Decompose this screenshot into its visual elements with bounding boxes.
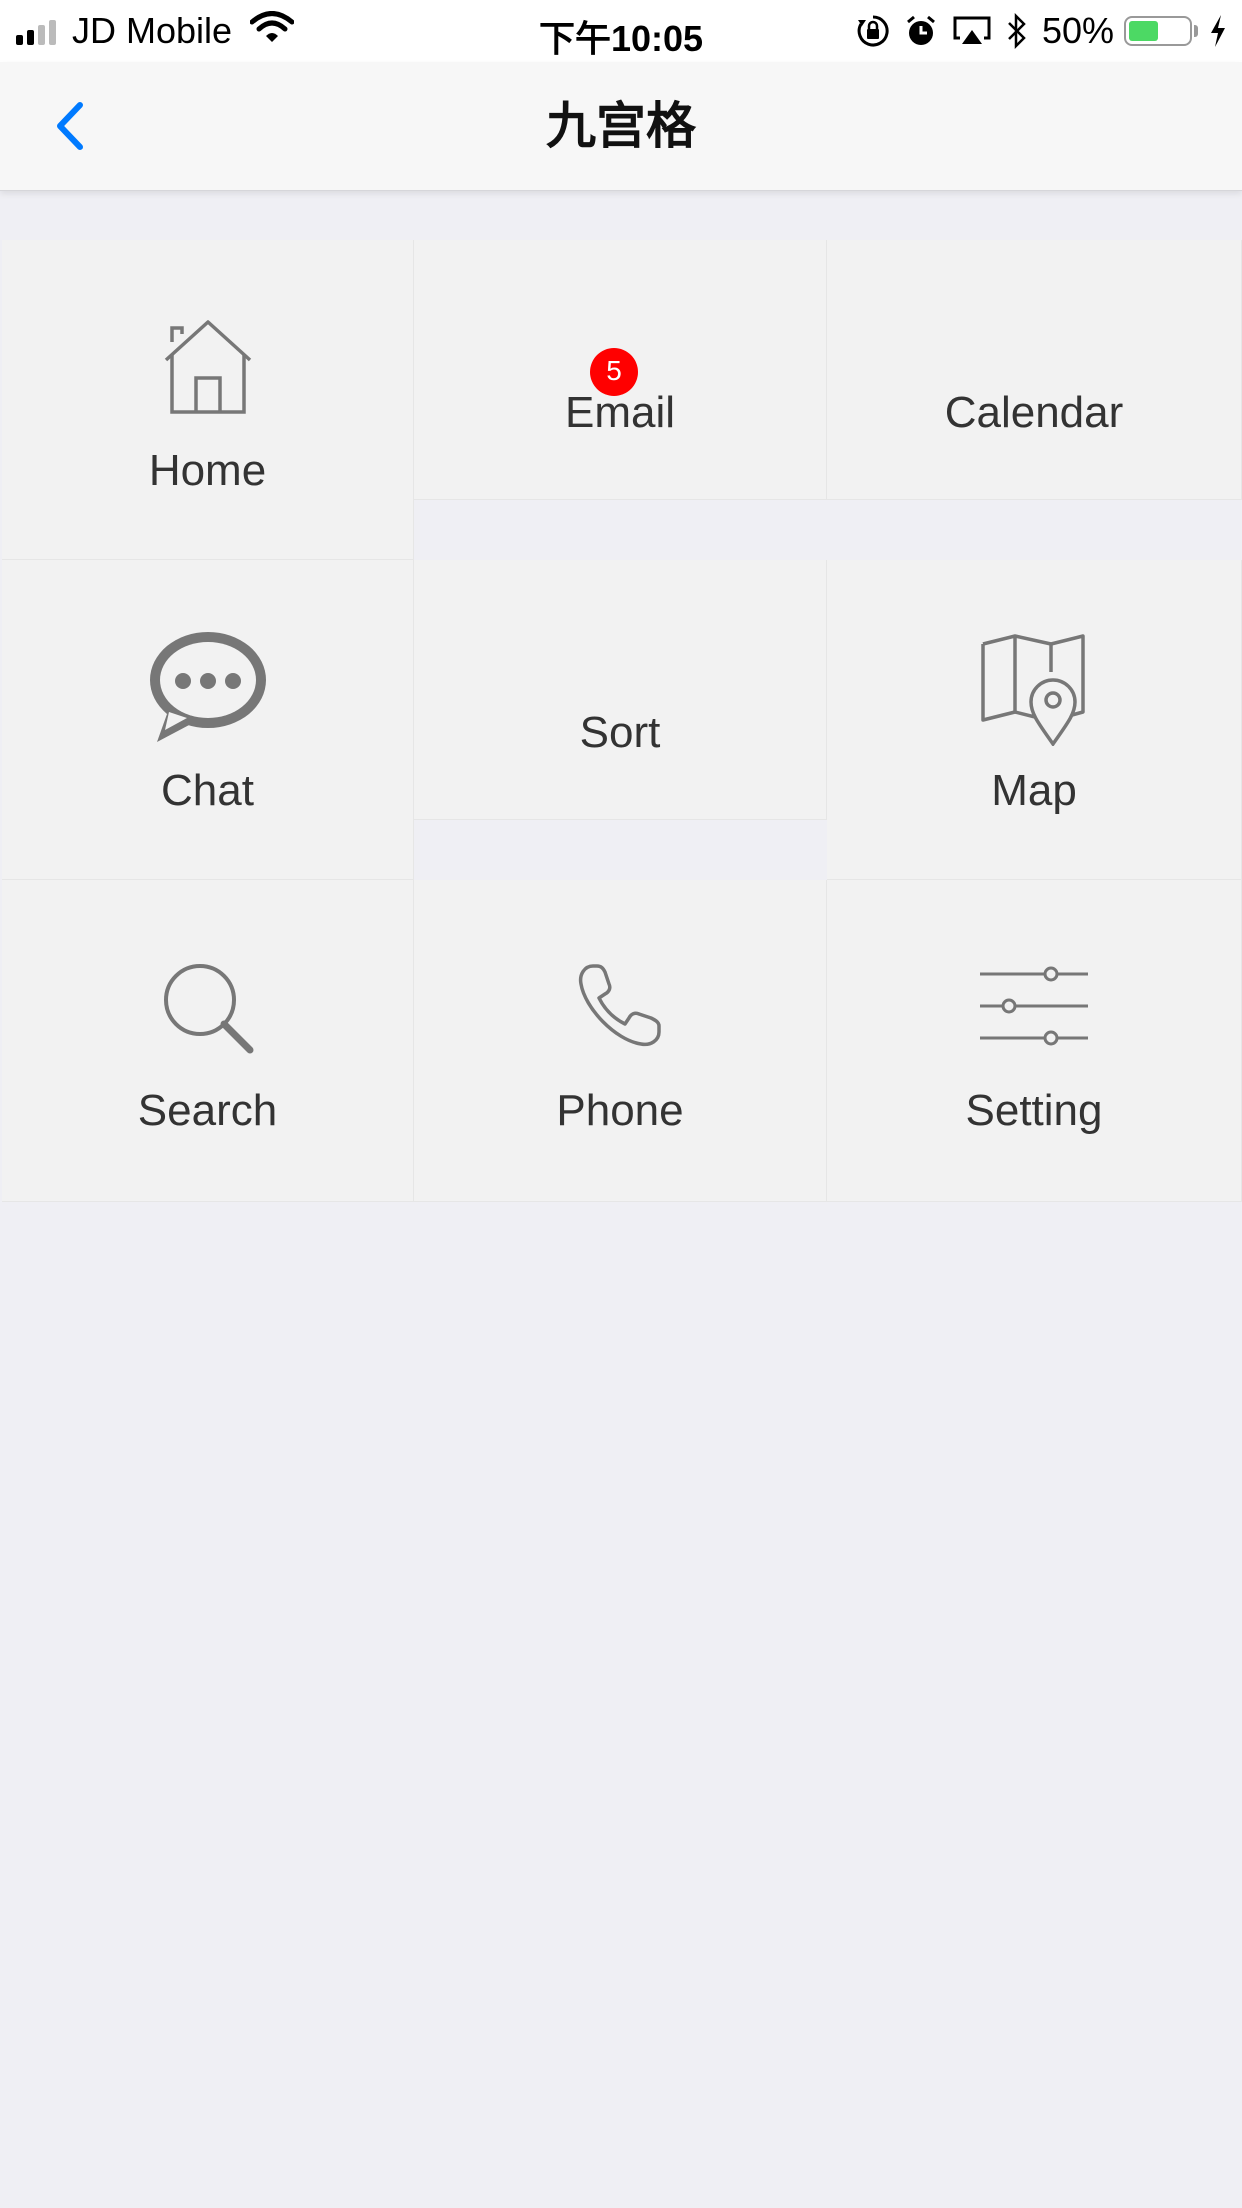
grid-item-email[interactable]: Email 5: [414, 240, 827, 500]
grid-item-calendar[interactable]: Calendar: [827, 240, 1242, 500]
chat-bubble-icon: [2, 626, 413, 744]
bluetooth-icon: [1006, 13, 1028, 49]
grid-item-map[interactable]: Map: [827, 560, 1242, 880]
home-icon: [2, 318, 413, 414]
grid-item-chat[interactable]: Chat: [2, 560, 414, 880]
sliders-icon: [827, 964, 1241, 1048]
search-icon: [2, 960, 413, 1056]
page-title: 九宫格: [546, 98, 696, 154]
grid-item-label: Home: [148, 446, 267, 495]
map-pin-icon: [827, 632, 1241, 746]
battery-cap: [1194, 25, 1198, 37]
grid-item-setting[interactable]: Setting: [827, 880, 1242, 1202]
charging-bolt-icon: [1208, 14, 1228, 48]
grid-item-label: Sort: [579, 708, 661, 757]
grid-item-label: Chat: [161, 766, 254, 815]
grid-item-label: Setting: [965, 1086, 1103, 1135]
battery-icon: [1124, 16, 1192, 46]
grid-item-label: Email: [564, 388, 676, 437]
navigation-bar: 九宫格: [0, 62, 1242, 191]
status-bar: JD Mobile 下午10:05 50%: [0, 0, 1242, 62]
phone-icon: [414, 960, 826, 1050]
alarm-icon: [904, 14, 938, 48]
grid-item-label: Search: [137, 1086, 278, 1135]
battery-level: [1129, 21, 1158, 41]
notification-badge: 5: [590, 348, 638, 396]
grid-item-home[interactable]: Home: [2, 240, 414, 560]
battery-percent: 50%: [1041, 10, 1114, 51]
grid-item-label: Map: [991, 766, 1077, 815]
orientation-lock-icon: [856, 14, 890, 48]
grid-item-search[interactable]: Search: [2, 880, 414, 1202]
grid-item-phone[interactable]: Phone: [414, 880, 827, 1202]
grid-item-sort[interactable]: Sort: [414, 560, 827, 820]
grid-item-label: Calendar: [944, 388, 1124, 437]
status-right: 50%: [842, 10, 1228, 52]
airplay-icon: [952, 14, 992, 48]
grid-item-label: Phone: [556, 1086, 684, 1135]
